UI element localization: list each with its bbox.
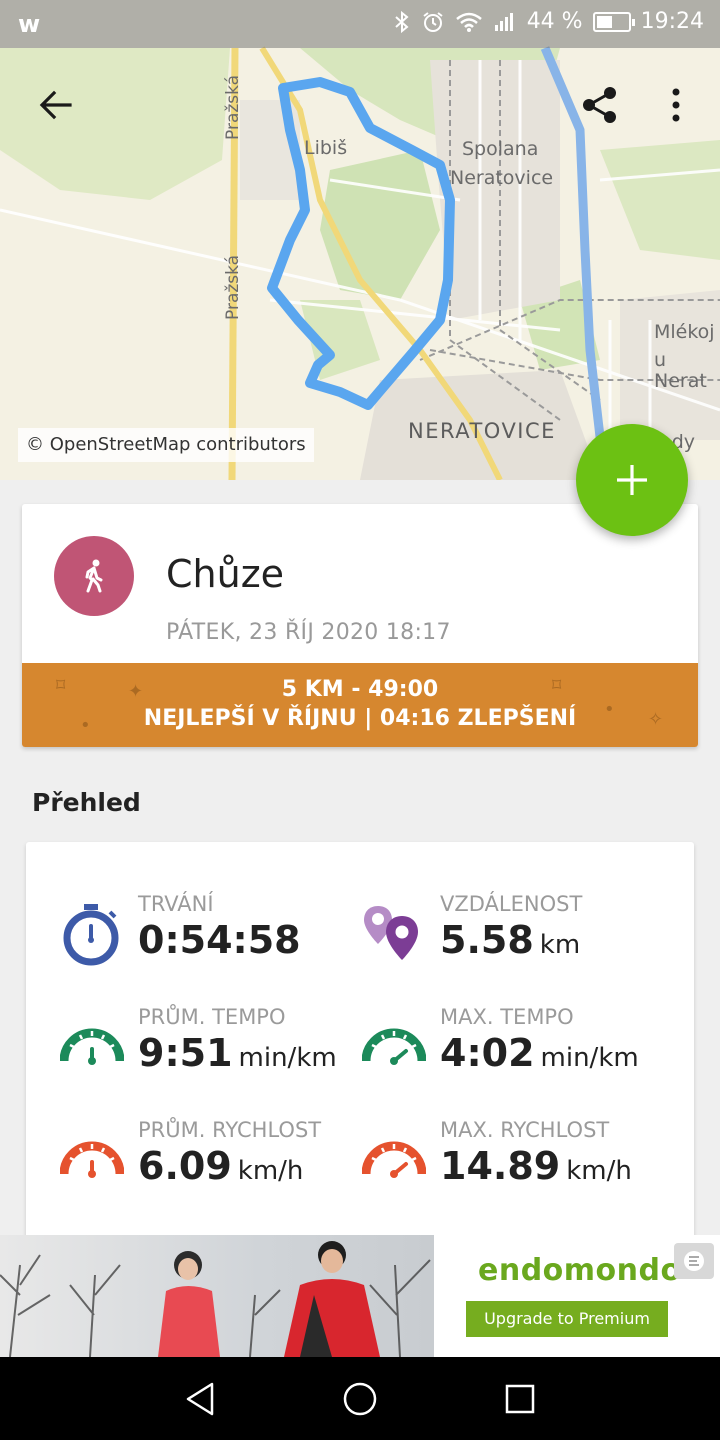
plus-icon — [617, 465, 647, 495]
stat-value: 5.58 — [440, 918, 534, 962]
achievement-banner[interactable]: ⌑ ✦ • ⌑ • ✧ 5 KM - 49:00 NEJLEPŠÍ V ŘÍJN… — [22, 663, 698, 747]
stat-unit: min/km — [540, 1043, 639, 1073]
map-graphics — [0, 46, 720, 480]
walking-person-icon — [85, 559, 103, 593]
ad-close-icon — [684, 1251, 704, 1271]
alarm-icon — [423, 11, 443, 32]
nav-recents-icon — [505, 1384, 535, 1414]
stat-value: 4:02 — [440, 1031, 535, 1075]
max-pace-gauge-icon — [362, 1028, 426, 1065]
stat-value: 14.89 — [440, 1144, 561, 1188]
stat-avg-speed: PRŮM. RYCHLOST 6.09 km/h — [60, 1118, 380, 1208]
share-icon — [583, 87, 616, 123]
system-navigation-bar — [0, 1357, 720, 1440]
stat-label: PRŮM. RYCHLOST — [138, 1118, 322, 1142]
ad-photo-illustration — [0, 1241, 431, 1357]
stat-distance: VZDÁLENOST 5.58 km — [362, 892, 682, 982]
avg-speed-gauge-icon — [60, 1141, 124, 1178]
nav-back-button[interactable] — [176, 1375, 224, 1423]
stat-label: PRŮM. TEMPO — [138, 1005, 286, 1029]
activity-date: PÁTEK, 23 ŘÍJ 2020 18:17 — [166, 620, 451, 645]
upgrade-premium-button[interactable]: Upgrade to Premium — [466, 1301, 668, 1337]
stopwatch-icon — [63, 904, 119, 966]
stat-label: MAX. RYCHLOST — [440, 1118, 610, 1142]
route-map[interactable]: Pražská Pražská Libiš Spolana Neratovice… — [0, 0, 720, 480]
stat-label: VZDÁLENOST — [440, 892, 583, 916]
avg-pace-gauge-icon — [60, 1028, 124, 1065]
more-vertical-icon — [672, 88, 680, 122]
nav-home-icon — [343, 1382, 377, 1416]
stat-duration: TRVÁNÍ 0:54:58 — [60, 892, 380, 982]
map-label-libis: Libiš — [304, 137, 348, 159]
nav-back-icon — [186, 1382, 214, 1416]
stat-unit: km — [539, 930, 581, 960]
wifi-icon — [455, 12, 482, 32]
stat-unit: km/h — [237, 1156, 304, 1186]
bluetooth-icon — [395, 10, 409, 33]
ad-close-button[interactable] — [674, 1243, 714, 1279]
add-button[interactable] — [576, 424, 688, 536]
location-pins-icon — [364, 906, 418, 960]
stat-unit: km/h — [566, 1156, 632, 1186]
signal-icon — [494, 12, 513, 31]
battery-icon — [592, 11, 635, 32]
stat-max-speed: MAX. RYCHLOST 14.89 km/h — [362, 1118, 682, 1208]
activity-name: Chůze — [166, 552, 285, 596]
arrow-back-icon — [39, 90, 72, 120]
stat-value: 9:51 — [138, 1031, 233, 1075]
stat-unit: min/km — [238, 1043, 337, 1073]
stat-max-pace: MAX. TEMPO 4:02 min/km — [362, 1005, 682, 1095]
map-attribution[interactable]: © OpenStreetMap contributors — [18, 428, 314, 462]
activity-type-badge — [54, 536, 134, 616]
back-button[interactable] — [28, 77, 84, 133]
map-label-spolana: Spolana — [462, 138, 539, 160]
map-label-mlekojedy: Mlékoj — [654, 321, 715, 343]
stat-value: 6.09 — [138, 1144, 232, 1188]
map-label-neratovice-upper: Neratovice — [450, 167, 554, 189]
ad-runners-image — [0, 1235, 434, 1357]
stats-card: TRVÁNÍ 0:54:58 VZDÁLENOST 5.58 km PRŮM. T… — [26, 842, 694, 1242]
stat-label: MAX. TEMPO — [440, 1005, 574, 1029]
stat-label: TRVÁNÍ — [138, 892, 214, 916]
screen: Pražská Pražská Libiš Spolana Neratovice… — [0, 0, 720, 1440]
nav-home-button[interactable] — [336, 1375, 384, 1423]
endomondo-logo: endomondo — [478, 1253, 682, 1288]
map-label-prazska-top: Pražská — [223, 74, 243, 140]
max-speed-gauge-icon — [362, 1141, 426, 1178]
nav-recents-button[interactable] — [496, 1375, 544, 1423]
share-button[interactable] — [572, 77, 628, 133]
achievement-title: 5 KM - 49:00 — [281, 677, 439, 702]
overview-heading: Přehled — [32, 788, 141, 817]
more-options-button[interactable] — [648, 77, 704, 133]
clock: 19:24 — [640, 9, 704, 34]
stat-value: 0:54:58 — [138, 918, 301, 962]
map-label-prazska-bottom: Pražská — [223, 254, 243, 320]
ad-banner[interactable]: endomondo Upgrade to Premium — [0, 1235, 720, 1357]
workout-summary-card: Chůze PÁTEK, 23 ŘÍJ 2020 18:17 ⌑ ✦ • ⌑ •… — [22, 504, 698, 747]
app-notification-icon: w — [18, 10, 41, 38]
achievement-detail: NEJLEPŠÍ V ŘÍJNU | 04:16 ZLEPŠENÍ — [143, 706, 577, 731]
battery-percent: 44 % — [526, 9, 583, 34]
map-label-u-nerat: u Nerat — [654, 349, 707, 392]
stat-avg-pace: PRŮM. TEMPO 9:51 min/km — [60, 1005, 380, 1095]
status-bar: w 44 % 19:24 — [0, 0, 720, 48]
map-label-neratovice-town: NERATOVICE — [408, 419, 556, 443]
